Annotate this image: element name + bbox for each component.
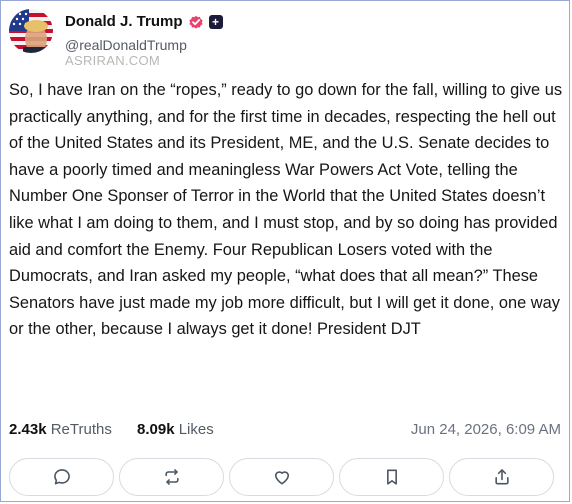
post-body-text: So, I have Iran on the “ropes,” ready to… (9, 81, 563, 339)
share-button[interactable] (449, 458, 554, 496)
bookmark-icon (386, 469, 397, 485)
post-actions-bar (9, 458, 554, 496)
bookmark-button[interactable] (339, 458, 444, 496)
flag-avatar-image (9, 9, 53, 53)
likes-label: Likes (178, 421, 214, 438)
reply-button[interactable] (9, 458, 114, 496)
post-stats-row: 2.43k ReTruths 8.09k Likes Jun 24, 2026,… (9, 421, 561, 441)
retruths-label: ReTruths (50, 421, 112, 438)
reply-icon (53, 469, 70, 485)
retruths-stat[interactable]: 2.43k ReTruths (9, 421, 112, 438)
likes-stat[interactable]: 8.09k Likes (137, 421, 214, 438)
like-button[interactable] (229, 458, 334, 496)
post-timestamp[interactable]: Jun 24, 2026, 6:09 AM (411, 421, 561, 438)
like-icon (274, 471, 289, 485)
retruths-count: 2.43k (9, 421, 47, 438)
author-name[interactable]: Donald J. Trump (65, 13, 183, 30)
retruth-icon (164, 469, 179, 485)
author-avatar[interactable] (9, 9, 53, 53)
verified-badge-icon (188, 14, 204, 30)
share-icon (494, 469, 509, 485)
truth-post-card: Donald J. Trump + @realDonaldTrump ASRIR… (0, 0, 570, 502)
retruth-button[interactable] (119, 458, 224, 496)
plus-badge-icon: + (208, 14, 223, 29)
watermark-text: ASRIRAN.COM (65, 53, 161, 68)
likes-count: 8.09k (137, 421, 175, 438)
author-name-row: Donald J. Trump + (65, 13, 223, 30)
post-header: Donald J. Trump + @realDonaldTrump ASRIR… (9, 9, 561, 69)
author-handle[interactable]: @realDonaldTrump (65, 37, 187, 53)
